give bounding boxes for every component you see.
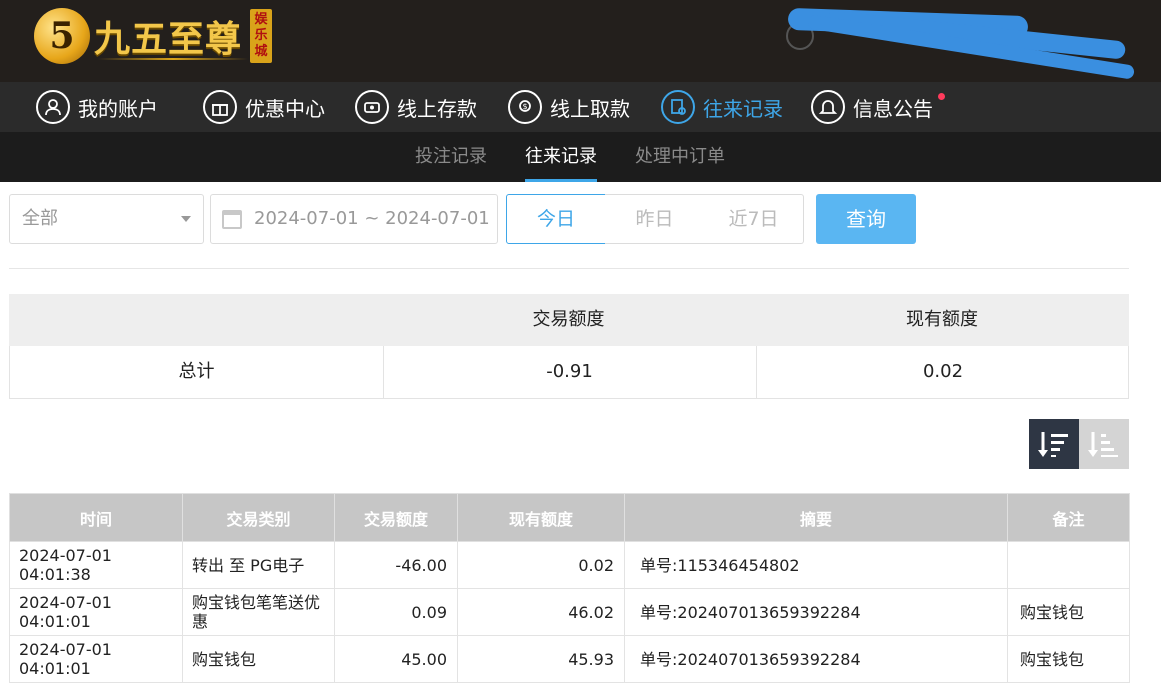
bell-icon — [811, 90, 845, 124]
summary-total-label: 总计 — [178, 361, 215, 382]
cell-summary: 单号:115346454802 — [624, 541, 1008, 589]
record-icon — [661, 90, 695, 124]
col-note[interactable]: 备注 — [1007, 493, 1130, 542]
notification-badge — [938, 93, 945, 100]
nav-withdraw[interactable]: $ 线上取款 — [508, 82, 630, 132]
logo-underline — [98, 58, 248, 60]
col-time[interactable]: 时间 — [9, 493, 183, 542]
cell-amount: -46.00 — [334, 541, 458, 589]
col-type[interactable]: 交易类别 — [182, 493, 335, 542]
col-amount[interactable]: 交易额度 — [334, 493, 458, 542]
summary-row: 总计 -0.91 0.02 — [9, 346, 1129, 399]
cell-time: 2024-07-01 04:01:01 — [9, 635, 183, 683]
cell-note: 购宝钱包 — [1007, 635, 1130, 683]
withdraw-icon: $ — [508, 90, 542, 124]
cell-note: 购宝钱包 — [1007, 588, 1130, 636]
cell-time: 2024-07-01 04:01:38 — [9, 541, 183, 589]
date-range-input[interactable]: 2024-07-01 ~ 2024-07-01 — [210, 194, 498, 244]
date-range-value: 2024-07-01 ~ 2024-07-01 — [254, 208, 490, 229]
cell-type: 转出 至 PG电子 — [182, 541, 335, 589]
gift-icon — [203, 90, 237, 124]
chevron-down-icon — [181, 216, 191, 222]
col-balance[interactable]: 现有额度 — [457, 493, 625, 542]
cell-balance: 45.93 — [457, 635, 625, 683]
nav-label: 线上存款 — [397, 96, 477, 121]
records-header-row: 时间 交易类别 交易额度 现有额度 摘要 备注 — [9, 493, 1130, 542]
summary-header-current-amount: 现有额度 — [906, 309, 978, 330]
nav-transaction-records[interactable]: 往来记录 — [661, 82, 783, 132]
nav-label: 我的账户 — [78, 96, 158, 121]
logo-text: 九五至尊 — [94, 18, 243, 60]
calendar-icon — [222, 210, 242, 229]
tab-bet-records[interactable]: 投注记录 — [415, 132, 487, 182]
cell-balance: 0.02 — [457, 541, 625, 589]
tab-transaction-records[interactable]: 往来记录 — [525, 132, 597, 182]
cell-summary: 单号:202407013659392284 — [624, 635, 1008, 683]
nav-label: 往来记录 — [703, 96, 783, 121]
user-info-redacted — [786, 7, 1146, 80]
divider — [9, 268, 1129, 269]
cell-type: 购宝钱包 — [182, 635, 335, 683]
table-row: 2024-07-01 04:01:38 转出 至 PG电子 -46.00 0.0… — [9, 541, 1130, 589]
sort-descending-icon — [1038, 432, 1068, 457]
nav-promotions[interactable]: 优惠中心 — [203, 82, 325, 132]
nav-announcements[interactable]: 信息公告 — [811, 82, 945, 132]
period-7days-button[interactable]: 近7日 — [704, 194, 804, 244]
nav-my-account[interactable]: 我的账户 — [36, 82, 158, 132]
cell-amount: 45.00 — [334, 635, 458, 683]
cell-type: 购宝钱包笔笔送优惠 — [182, 588, 335, 636]
period-yesterday-button[interactable]: 昨日 — [605, 194, 705, 244]
table-row: 2024-07-01 04:01:01 购宝钱包 45.00 45.93 单号:… — [9, 635, 1130, 683]
cell-amount: 0.09 — [334, 588, 458, 636]
summary-header-trade-amount: 交易额度 — [532, 309, 605, 330]
site-logo[interactable]: 5 九五至尊 娱乐城 — [34, 6, 273, 66]
cell-summary: 单号:202407013659392284 — [624, 588, 1008, 636]
nav-label: 线上取款 — [550, 96, 630, 121]
summary-trade-amount: -0.91 — [546, 361, 593, 382]
sort-ascending-icon — [1088, 432, 1118, 457]
type-select[interactable]: 全部 — [9, 194, 204, 244]
summary-current-amount: 0.02 — [922, 361, 964, 382]
col-summary[interactable]: 摘要 — [624, 493, 1008, 542]
cell-note — [1007, 541, 1130, 589]
records-table: 时间 交易类别 交易额度 现有额度 摘要 备注 2024-07-01 04:01… — [9, 493, 1130, 683]
table-row: 2024-07-01 04:01:01 购宝钱包笔笔送优惠 0.09 46.02… — [9, 588, 1130, 636]
tab-pending-orders[interactable]: 处理中订单 — [635, 132, 725, 182]
top-header: 5 九五至尊 娱乐城 — [0, 0, 1161, 82]
user-icon — [36, 90, 70, 124]
svg-text:$: $ — [522, 102, 527, 111]
summary-header: 交易额度 现有额度 — [9, 294, 1129, 346]
sub-nav: 投注记录 往来记录 处理中订单 — [0, 132, 1161, 182]
nav-label: 优惠中心 — [245, 96, 325, 121]
nav-deposit[interactable]: 线上存款 — [355, 82, 477, 132]
cell-balance: 46.02 — [457, 588, 625, 636]
deposit-icon — [355, 90, 389, 124]
summary-header-blank — [9, 294, 382, 346]
type-select-value: 全部 — [22, 208, 58, 229]
nav-label: 信息公告 — [853, 96, 933, 121]
logo-tag: 娱乐城 — [250, 9, 273, 63]
logo-mark: 5 — [34, 8, 90, 64]
period-today-button[interactable]: 今日 — [506, 194, 606, 244]
sort-descending-button[interactable] — [1029, 419, 1079, 469]
cell-time: 2024-07-01 04:01:01 — [9, 588, 183, 636]
main-nav: 我的账户 优惠中心 线上存款 $ 线上取款 往来记录 信息公告 — [0, 82, 1161, 132]
sort-ascending-button[interactable] — [1079, 419, 1129, 469]
query-button[interactable]: 查询 — [816, 194, 916, 244]
